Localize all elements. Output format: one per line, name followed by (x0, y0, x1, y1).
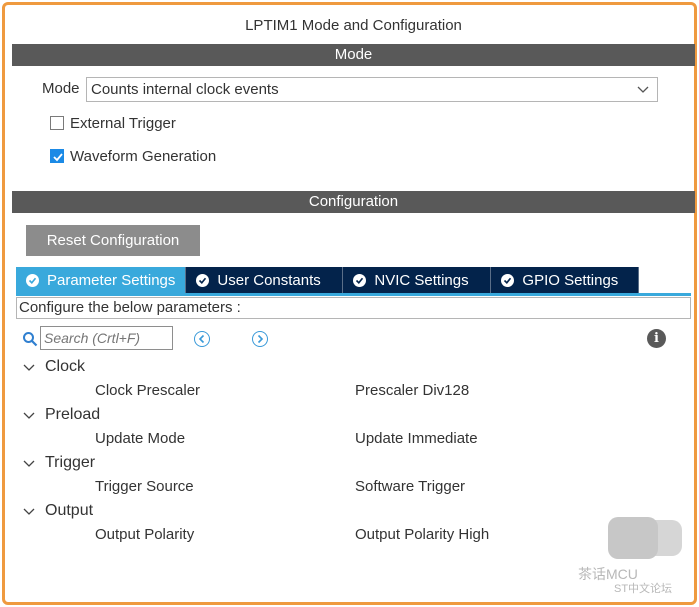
config-panel: LPTIM1 Mode and Configuration Mode Mode … (12, 10, 695, 598)
mode-label: Mode (42, 80, 80, 97)
checkmark-icon (196, 273, 210, 287)
configure-hint: Configure the below parameters : (16, 297, 691, 319)
tab-label: Parameter Settings (47, 271, 176, 289)
previous-result-button[interactable] (194, 331, 210, 347)
param-value[interactable]: Software Trigger (355, 476, 465, 498)
next-result-button[interactable] (252, 331, 268, 347)
settings-tabs: Parameter Settings User Constants NVIC S… (16, 267, 640, 293)
param-value[interactable]: Output Polarity High (355, 524, 489, 546)
search-icon (23, 332, 38, 347)
waveform-generation-label: Waveform Generation (70, 147, 217, 165)
expand-caret-icon (23, 364, 35, 371)
info-icon[interactable]: i (647, 329, 666, 348)
param-value[interactable]: Prescaler Div128 (355, 380, 469, 402)
tab-nvic-settings[interactable]: NVIC Settings (343, 267, 492, 293)
search-input[interactable] (40, 326, 173, 350)
expand-caret-icon (23, 508, 35, 515)
external-trigger-checkbox[interactable] (50, 116, 64, 130)
mode-dropdown[interactable]: Counts internal clock events (86, 77, 658, 102)
tab-label: User Constants (217, 271, 321, 289)
chevron-right-icon (257, 334, 264, 344)
group-clock[interactable]: Clock (22, 356, 85, 378)
watermark-chat-icon (608, 517, 658, 559)
tab-label: NVIC Settings (374, 271, 469, 289)
waveform-generation-checkbox[interactable] (50, 149, 64, 163)
param-name[interactable]: Trigger Source (95, 476, 194, 498)
waveform-generation-option[interactable]: Waveform Generation (50, 146, 216, 166)
expand-caret-icon (23, 412, 35, 419)
tab-label: GPIO Settings (522, 271, 619, 289)
tab-user-constants[interactable]: User Constants (186, 267, 344, 293)
tab-underline (16, 293, 691, 296)
param-value[interactable]: Update Immediate (355, 428, 478, 450)
chevron-down-icon (637, 86, 649, 93)
watermark-sub: ST中文论坛 (614, 583, 673, 595)
outer-frame: LPTIM1 Mode and Configuration Mode Mode … (2, 2, 697, 605)
group-label: Preload (45, 406, 101, 423)
group-label: Trigger (45, 454, 96, 471)
group-output[interactable]: Output (22, 500, 93, 522)
chevron-left-icon (198, 334, 205, 344)
checkmark-icon (53, 153, 63, 162)
tab-gpio-settings[interactable]: GPIO Settings (491, 267, 640, 293)
mode-section-header: Mode (12, 44, 695, 66)
external-trigger-label: External Trigger (70, 114, 176, 132)
reset-configuration-button[interactable]: Reset Configuration (26, 225, 200, 256)
expand-caret-icon (23, 460, 35, 467)
configuration-section-header: Configuration (12, 191, 695, 213)
checkmark-icon (353, 273, 367, 287)
group-label: Output (45, 502, 94, 519)
checkmark-icon (501, 273, 515, 287)
param-name[interactable]: Output Polarity (95, 524, 194, 546)
mode-dropdown-value: Counts internal clock events (91, 81, 279, 98)
group-label: Clock (45, 358, 86, 375)
param-name[interactable]: Update Mode (95, 428, 185, 450)
panel-title: LPTIM1 Mode and Configuration (245, 17, 462, 34)
group-preload[interactable]: Preload (22, 404, 100, 426)
external-trigger-option[interactable]: External Trigger (50, 113, 176, 133)
group-trigger[interactable]: Trigger (22, 452, 95, 474)
tab-parameter-settings[interactable]: Parameter Settings (16, 267, 187, 293)
checkmark-icon (26, 273, 39, 287)
param-name[interactable]: Clock Prescaler (95, 380, 200, 402)
